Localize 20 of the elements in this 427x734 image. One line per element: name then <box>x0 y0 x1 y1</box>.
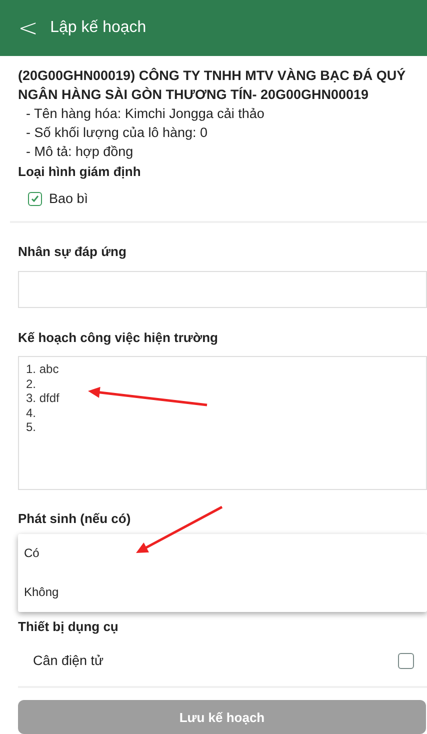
section-label: Nhân sự đáp ứng <box>18 243 128 262</box>
dropdown-option[interactable]: Có <box>18 534 427 573</box>
page-title: Lập kế hoạch <box>50 18 146 38</box>
check-icon <box>30 194 40 204</box>
order-detail: - Mô tả: hợp đồng <box>25 143 134 161</box>
input-field[interactable] <box>18 270 427 308</box>
order-detail: - Tên hàng hóa: Kimchi Jongga cải thảo <box>25 105 266 123</box>
dropdown-option[interactable]: Không <box>18 572 427 612</box>
back-button[interactable]: < <box>18 16 38 40</box>
order-title: (20G00GHN00019) CÔNG TY TNHH MTV VÀNG BẠC ĐÁ QUÝ NGÂN HÀNG SÀI GÒN THƯƠNG TÍN- 20G00GHN00019 <box>18 66 407 104</box>
text-area[interactable]: 1. abc 2. 3. dfdf 4. 5. <box>18 356 427 490</box>
order-detail: - Số khối lượng của lô hàng: 0 <box>25 124 208 142</box>
checked-checkbox[interactable] <box>28 192 42 206</box>
section-label: Thiết bị dụng cụ <box>18 618 120 636</box>
section-label: Kế hoạch công việc hiện trường <box>18 328 219 347</box>
section-label: Loại hình giám định <box>18 163 142 181</box>
section-label: Phát sinh (nếu có) <box>18 510 132 528</box>
equipment-label: Cân điện tử <box>33 652 104 670</box>
checkbox[interactable] <box>398 653 414 670</box>
checkbox-label: Bao bì <box>49 190 88 208</box>
